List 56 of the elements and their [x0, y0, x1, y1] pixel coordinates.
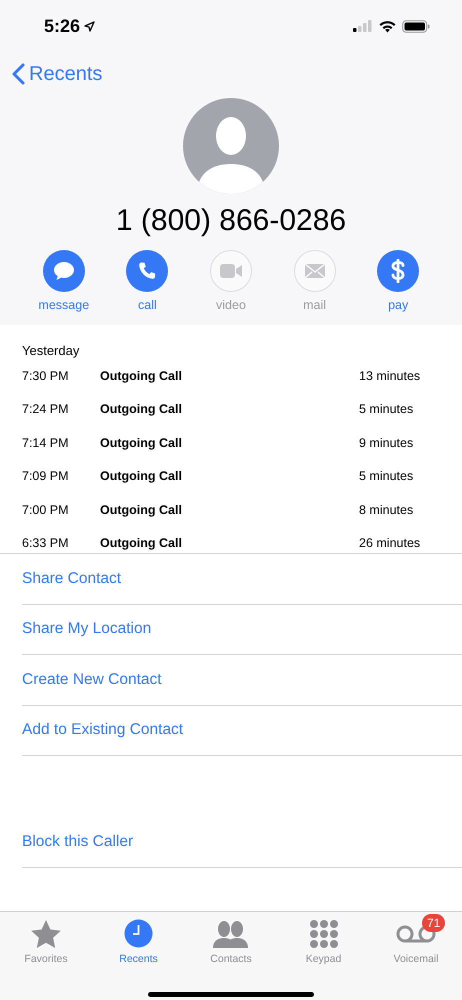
- notification-badge: 71: [422, 914, 446, 932]
- call-duration: 5 minutes: [359, 469, 414, 484]
- action-link[interactable]: Add to Existing Contact: [22, 721, 184, 740]
- call-type: Outgoing Call: [100, 368, 183, 383]
- signal-icon: [353, 20, 373, 32]
- tab-item[interactable]: Keypad: [284, 917, 364, 965]
- call-time: 6:33 PM: [22, 536, 70, 550]
- call-duration: 13 minutes: [359, 368, 420, 383]
- action-label: mail: [303, 298, 326, 312]
- call-type: Outgoing Call: [100, 402, 183, 416]
- call-button[interactable]: [126, 250, 168, 292]
- wifi-icon: [379, 20, 396, 32]
- call-time: 7:14 PM: [22, 436, 70, 450]
- keypad-icon: [308, 918, 338, 948]
- status-time: 5:26: [44, 16, 80, 36]
- action-link[interactable]: Share My Location: [22, 620, 152, 638]
- battery-icon: [402, 20, 430, 32]
- call-time: 7:30 PM: [22, 368, 70, 383]
- call-time: 7:00 PM: [22, 502, 70, 517]
- tab-item[interactable]: 71 Voicemail: [376, 917, 456, 965]
- call-type: Outgoing Call: [100, 469, 183, 484]
- video-camera-icon: [218, 263, 243, 279]
- call-time: 7:24 PM: [22, 402, 70, 416]
- clock-icon: [124, 919, 153, 948]
- call-type: Outgoing Call: [100, 536, 183, 550]
- action-link[interactable]: Share Contact: [22, 570, 122, 588]
- action-label: call: [138, 298, 157, 312]
- location-arrow-icon: [84, 20, 96, 32]
- tab-item[interactable]: Recents: [98, 917, 178, 965]
- speech-bubble-icon: [52, 261, 75, 281]
- tab-item[interactable]: Contacts: [191, 917, 271, 965]
- chevron-icon: [12, 63, 25, 85]
- avatar-icon: [183, 98, 279, 194]
- phone-number: 1 (800) 866-0286: [114, 204, 348, 238]
- action-label: message: [38, 298, 90, 312]
- call-type: Outgoing Call: [100, 502, 183, 517]
- back-button[interactable]: Recents: [12, 62, 102, 86]
- star-icon: [30, 918, 62, 948]
- action-label: video: [216, 298, 246, 312]
- date-heading: Yesterday: [22, 343, 80, 360]
- call-duration: 8 minutes: [359, 502, 414, 517]
- pay-button[interactable]: [377, 250, 420, 292]
- action-label: pay: [388, 298, 408, 312]
- call-duration: 26 minutes: [359, 536, 420, 550]
- block-caller-link[interactable]: Block this Caller: [22, 832, 134, 851]
- call-duration: 5 minutes: [359, 402, 414, 416]
- action-link[interactable]: Create New Contact: [22, 670, 162, 689]
- envelope-icon: [304, 263, 326, 279]
- people-icon: [212, 920, 250, 948]
- message-button[interactable]: [42, 250, 85, 292]
- dollar-icon: [391, 259, 406, 283]
- call-time: 7:09 PM: [22, 469, 70, 484]
- phone-icon: [137, 261, 158, 281]
- call-type: Outgoing Call: [100, 436, 183, 450]
- call-duration: 9 minutes: [359, 436, 414, 450]
- tab-item[interactable]: Favorites: [6, 917, 86, 965]
